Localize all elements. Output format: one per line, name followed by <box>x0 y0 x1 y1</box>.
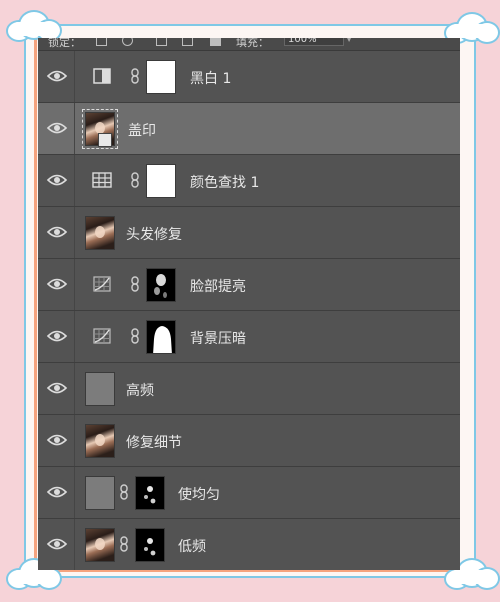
layers-panel: 锁定： 填充： 100% ▼ 黑白 1 盖印颜色查找 1 头发修复脸部提亮背景压暗高… <box>38 38 460 570</box>
visibility-eye-icon[interactable] <box>46 275 68 293</box>
layer-row[interactable]: 使均匀 <box>38 467 460 519</box>
column-divider <box>74 155 75 206</box>
column-divider <box>74 51 75 102</box>
layer-name[interactable]: 头发修复 <box>126 224 182 244</box>
layer-row[interactable]: 黑白 1 <box>38 51 460 103</box>
lock-label: 锁定： <box>48 38 81 49</box>
layer-name[interactable]: 黑白 1 <box>190 68 231 88</box>
chevron-down-icon[interactable]: ▼ <box>346 38 352 43</box>
layer-row[interactable]: 修复细节 <box>38 415 460 467</box>
visibility-eye-icon[interactable] <box>46 431 68 449</box>
layer-row[interactable]: 盖印 <box>38 103 460 155</box>
layer-mask-thumbnail[interactable] <box>135 528 165 562</box>
link-chain-icon[interactable] <box>130 328 140 344</box>
fill-label: 填充： <box>236 38 269 49</box>
link-chain-icon[interactable] <box>130 172 140 188</box>
link-chain-icon[interactable] <box>119 536 129 552</box>
smart-object-icon <box>98 133 112 147</box>
layer-mask-thumbnail[interactable] <box>146 60 176 94</box>
column-divider <box>74 519 75 570</box>
layer-row[interactable]: 脸部提亮 <box>38 259 460 311</box>
layer-name[interactable]: 脸部提亮 <box>190 276 246 296</box>
artboard-icon[interactable] <box>182 38 193 46</box>
column-divider <box>74 363 75 414</box>
layer-name[interactable]: 低频 <box>178 536 206 556</box>
layer-row[interactable]: 背景压暗 <box>38 311 460 363</box>
column-divider <box>74 467 75 518</box>
layer-mask-thumbnail[interactable] <box>135 476 165 510</box>
brush-icon[interactable] <box>122 38 133 46</box>
visibility-eye-icon[interactable] <box>46 171 68 189</box>
layer-thumbnail[interactable] <box>85 476 115 510</box>
black-white-icon[interactable] <box>92 67 112 85</box>
visibility-eye-icon[interactable] <box>46 535 68 553</box>
link-chain-icon[interactable] <box>119 484 129 500</box>
layer-row[interactable]: 头发修复 <box>38 207 460 259</box>
layer-thumbnail[interactable] <box>85 528 115 562</box>
layer-name[interactable]: 盖印 <box>128 120 156 140</box>
layer-name[interactable]: 颜色查找 1 <box>190 172 259 192</box>
visibility-eye-icon[interactable] <box>46 483 68 501</box>
layer-thumbnail[interactable] <box>85 372 115 406</box>
layers-list: 黑白 1 盖印颜色查找 1 头发修复脸部提亮背景压暗高频修复细节使均匀低频 <box>38 51 460 570</box>
column-divider <box>74 207 75 258</box>
layer-row[interactable]: 高频 <box>38 363 460 415</box>
curves-icon[interactable] <box>92 275 112 293</box>
layer-row[interactable]: 低频 <box>38 519 460 570</box>
layer-row[interactable]: 颜色查找 1 <box>38 155 460 207</box>
column-divider <box>74 103 75 154</box>
layer-thumbnail[interactable] <box>85 424 115 458</box>
visibility-eye-icon[interactable] <box>46 119 68 137</box>
layer-mask-thumbnail[interactable] <box>146 268 176 302</box>
layer-name[interactable]: 背景压暗 <box>190 328 246 348</box>
layer-name[interactable]: 高频 <box>126 380 154 400</box>
layer-name[interactable]: 修复细节 <box>126 432 182 452</box>
link-chain-icon[interactable] <box>130 68 140 84</box>
column-divider <box>74 415 75 466</box>
curves-icon[interactable] <box>92 327 112 345</box>
layer-mask-thumbnail[interactable] <box>146 320 176 354</box>
lock-pixels-icon[interactable] <box>96 38 107 46</box>
layer-mask-thumbnail[interactable] <box>146 164 176 198</box>
layer-thumbnail[interactable] <box>85 216 115 250</box>
column-divider <box>74 311 75 362</box>
fill-input[interactable]: 100% <box>284 38 344 46</box>
visibility-eye-icon[interactable] <box>46 67 68 85</box>
visibility-eye-icon[interactable] <box>46 223 68 241</box>
column-divider <box>74 259 75 310</box>
visibility-eye-icon[interactable] <box>46 327 68 345</box>
visibility-eye-icon[interactable] <box>46 379 68 397</box>
move-icon[interactable] <box>156 38 167 46</box>
lock-all-icon[interactable] <box>210 38 221 46</box>
layers-toolbar: 锁定： 填充： 100% ▼ <box>38 38 460 51</box>
color-lookup-icon[interactable] <box>92 171 112 189</box>
link-chain-icon[interactable] <box>130 276 140 292</box>
layer-name[interactable]: 使均匀 <box>178 484 220 504</box>
cloud-decoration-top-left <box>6 10 62 42</box>
